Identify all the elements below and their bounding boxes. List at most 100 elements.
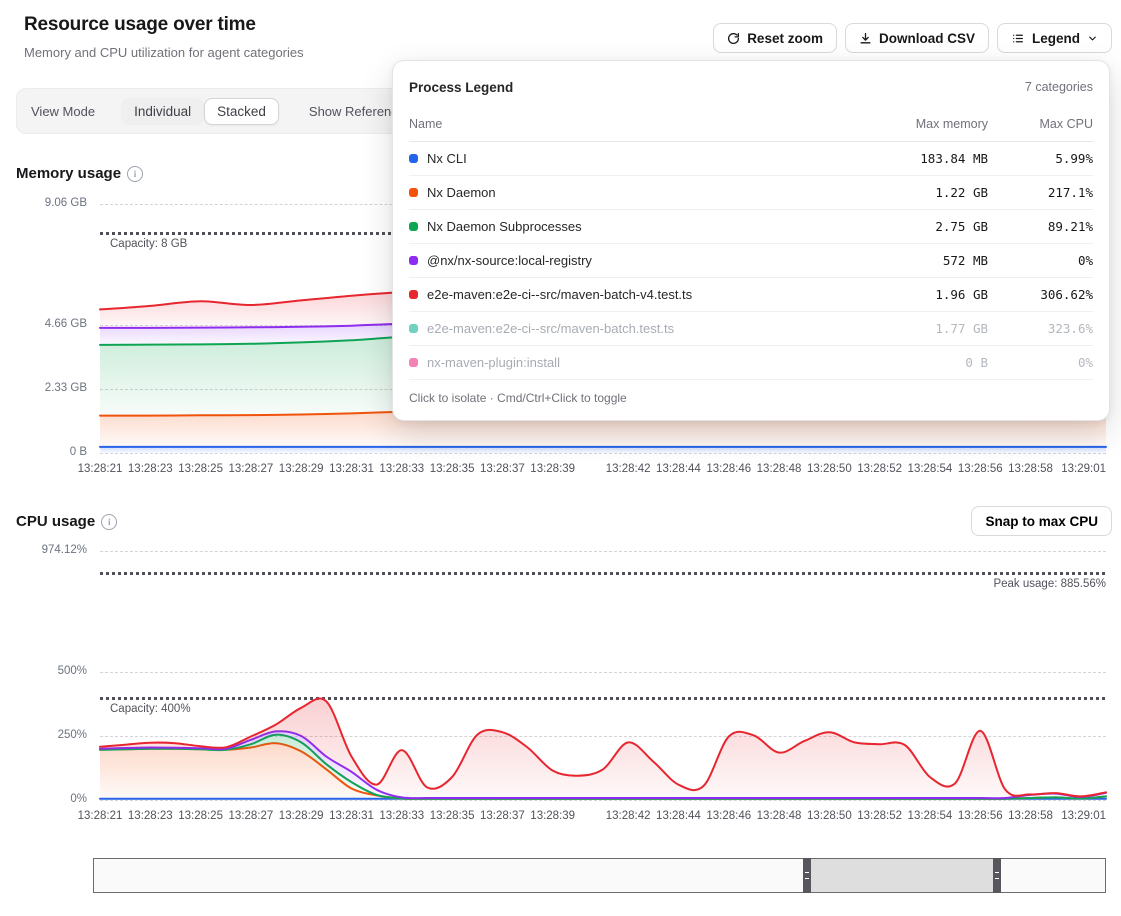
resource-usage-page: Resource usage over time Memory and CPU … [0,0,1121,916]
header-actions: Reset zoom Download CSV Legend [713,23,1112,53]
x-axis-tick: 13:28:52 [857,810,902,822]
column-max-memory: Max memory [828,117,988,131]
legend-row[interactable]: Nx Daemon1.22 GB217.1% [409,176,1093,210]
cpu-chart[interactable]: 974.12%500%250%0%Peak usage: 885.56%Capa… [0,544,1121,835]
x-axis-tick: 13:28:31 [329,463,374,475]
process-legend-popup: Process Legend 7 categories Name Max mem… [392,60,1110,421]
y-axis-label: 250% [0,729,87,741]
y-axis-label: 9.06 GB [0,197,87,209]
x-axis-tick: 13:28:56 [958,463,1003,475]
x-axis-tick: 13:28:25 [178,463,223,475]
time-range-brush[interactable] [93,858,1106,893]
x-axis-tick: 13:28:27 [229,463,274,475]
legend-rows: Nx CLI183.84 MB5.99%Nx Daemon1.22 GB217.… [409,142,1093,380]
x-axis-tick: 13:28:29 [279,463,324,475]
gridline [100,800,1106,801]
x-axis-tick: 13:28:44 [656,463,701,475]
legend-table-header: Name Max memory Max CPU [409,107,1093,142]
x-axis-tick: 13:28:54 [908,463,953,475]
series-max-memory: 1.22 GB [828,185,988,200]
cpu-plot[interactable] [100,544,1106,800]
column-max-cpu: Max CPU [988,117,1093,131]
series-max-cpu: 89.21% [988,219,1093,234]
series-color-dot [409,324,418,333]
x-axis-tick: 13:28:35 [430,463,475,475]
reset-zoom-button[interactable]: Reset zoom [713,23,837,53]
x-axis-tick: 13:29:01 [1061,810,1106,822]
chevron-down-icon [1087,33,1098,44]
x-axis-tick: 13:28:54 [908,810,953,822]
view-mode-individual-button[interactable]: Individual [121,98,204,125]
series-max-memory: 1.77 GB [828,321,988,336]
series-name: e2e-maven:e2e-ci--src/maven-batch-v4.tes… [427,287,828,302]
series-max-cpu: 217.1% [988,185,1093,200]
y-axis-label: 0 B [0,446,87,458]
view-mode-stacked-button[interactable]: Stacked [204,98,279,125]
download-csv-button[interactable]: Download CSV [845,23,989,53]
legend-row[interactable]: e2e-maven:e2e-ci--src/maven-batch-v4.tes… [409,278,1093,312]
x-axis-tick: 13:28:46 [706,810,751,822]
legend-row[interactable]: e2e-maven:e2e-ci--src/maven-batch.test.t… [409,312,1093,346]
memory-usage-heading: Memory usage [16,165,121,182]
page-subtitle: Memory and CPU utilization for agent cat… [24,45,304,60]
legend-row[interactable]: Nx Daemon Subprocesses2.75 GB89.21% [409,210,1093,244]
y-axis-label: 500% [0,665,87,677]
series-max-cpu: 0% [988,253,1093,268]
refresh-icon [727,32,740,45]
x-axis-tick: 13:28:23 [128,810,173,822]
series-max-memory: 183.84 MB [828,151,988,166]
x-axis-tick: 13:28:29 [279,810,324,822]
x-axis-tick: 13:28:21 [78,810,123,822]
x-axis-tick: 13:28:58 [1008,810,1053,822]
legend-row[interactable]: nx-maven-plugin:install0 B0% [409,346,1093,380]
x-axis-tick: 13:28:52 [857,463,902,475]
legend-category-count: 7 categories [1025,80,1093,94]
grip-icon [995,872,999,879]
x-axis-tick: 13:28:42 [606,463,651,475]
download-icon [859,32,872,45]
x-axis-tick: 13:28:25 [178,810,223,822]
series-name: @nx/nx-source:local-registry [427,253,828,268]
series-name: Nx Daemon [427,185,828,200]
legend-row[interactable]: Nx CLI183.84 MB5.99% [409,142,1093,176]
x-axis-tick: 13:28:46 [706,463,751,475]
legend-row[interactable]: @nx/nx-source:local-registry572 MB0% [409,244,1093,278]
series-max-cpu: 306.62% [988,287,1093,302]
brush-handle-left[interactable] [803,858,811,893]
legend-dropdown-button[interactable]: Legend [997,23,1112,53]
x-axis-tick: 13:28:31 [329,810,374,822]
legend-footer-hint: Click to isolate · Cmd/Ctrl+Click to tog… [409,380,1093,405]
x-axis-tick: 13:28:23 [128,463,173,475]
x-axis-tick: 13:28:48 [757,810,802,822]
x-axis-tick: 13:29:01 [1061,463,1106,475]
series-name: Nx Daemon Subprocesses [427,219,828,234]
y-axis-label: 974.12% [0,544,87,556]
x-axis-tick: 13:28:37 [480,810,525,822]
x-axis-tick: 13:28:33 [379,810,424,822]
download-csv-label: Download CSV [879,31,975,46]
cpu-section-title: CPU usage i [16,513,117,530]
x-axis-tick: 13:28:21 [78,463,123,475]
series-max-cpu: 0% [988,355,1093,370]
x-axis-tick: 13:28:39 [530,463,575,475]
series-max-cpu: 5.99% [988,151,1093,166]
x-axis-tick: 13:28:44 [656,810,701,822]
series-color-dot [409,290,418,299]
view-mode-label: View Mode [31,104,95,119]
brush-selection[interactable] [807,859,996,892]
cpu-usage-heading: CPU usage [16,513,95,530]
legend-popup-title: Process Legend [409,80,513,95]
info-icon[interactable]: i [101,514,117,530]
series-max-memory: 572 MB [828,253,988,268]
series-color-dot [409,154,418,163]
reset-zoom-label: Reset zoom [747,31,823,46]
x-axis-tick: 13:28:27 [229,810,274,822]
x-axis-tick: 13:28:33 [379,463,424,475]
brush-handle-right[interactable] [993,858,1001,893]
snap-to-max-cpu-button[interactable]: Snap to max CPU [971,506,1112,536]
x-axis-tick: 13:28:42 [606,810,651,822]
series-name: nx-maven-plugin:install [427,355,828,370]
info-icon[interactable]: i [127,166,143,182]
x-axis-tick: 13:28:48 [757,463,802,475]
x-axis-tick: 13:28:50 [807,463,852,475]
